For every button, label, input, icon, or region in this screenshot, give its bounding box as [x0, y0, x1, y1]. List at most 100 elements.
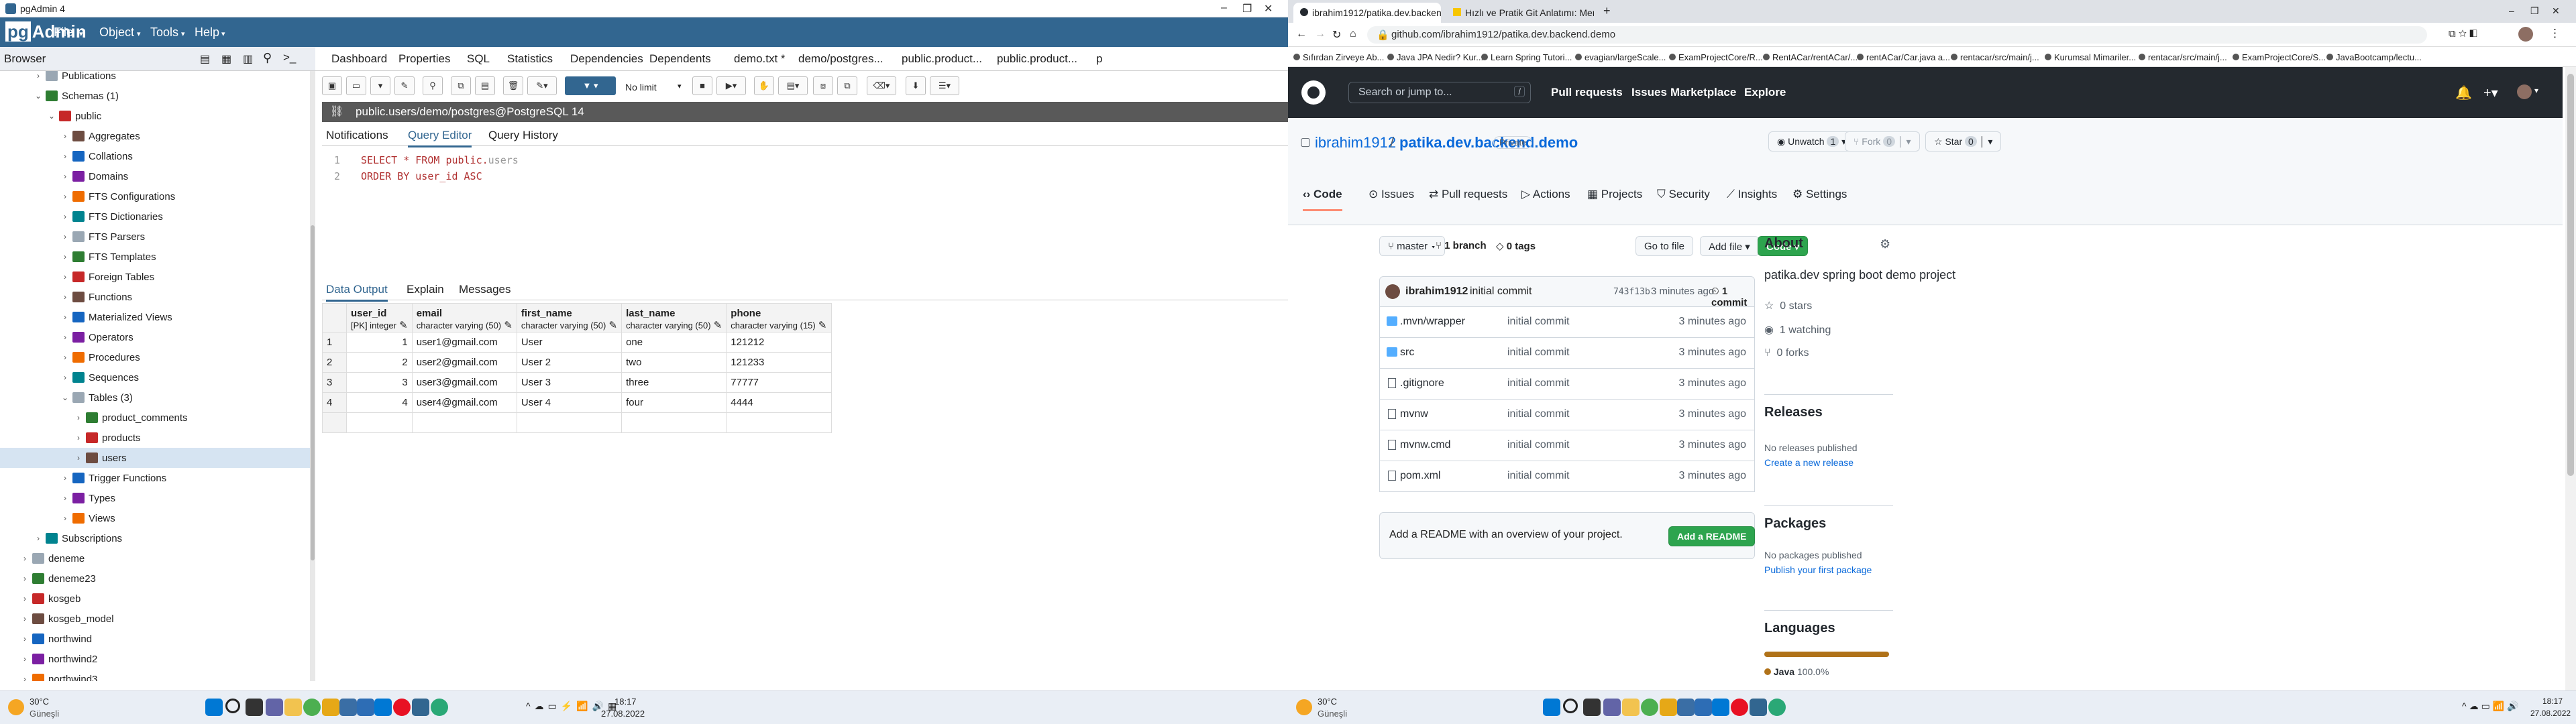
tab-code[interactable]: ‹› Code [1303, 188, 1342, 211]
tree-node[interactable]: › deneme [0, 548, 310, 568]
tree-node[interactable]: ⌄ Schemas (1) [0, 86, 310, 106]
pgadmin-tab[interactable]: public.product... [997, 52, 1077, 66]
bookmark-item[interactable]: JavaBootcamp/lectu... [2326, 52, 2422, 62]
create-release-link[interactable]: Create a new release [1764, 457, 1854, 468]
avatar-dropdown-icon[interactable]: ▾ [2534, 86, 2538, 95]
tree-node[interactable]: › Trigger Functions [0, 468, 310, 488]
macros-icon[interactable]: ☰▾ [930, 76, 959, 95]
expand-caret-icon[interactable]: ⌄ [60, 393, 70, 402]
edit-pencil-icon[interactable]: ✎ [504, 320, 513, 331]
forks-count[interactable]: ⑂ 0 forks [1764, 347, 1809, 359]
find-icon[interactable]: ⚲ [423, 76, 443, 95]
table-cell[interactable]: user1@gmail.com [411, 332, 517, 353]
save-icon[interactable]: ▾ [370, 76, 390, 95]
opera-icon[interactable] [393, 699, 411, 716]
author-avatar[interactable] [1385, 284, 1400, 299]
tree-node[interactable]: › FTS Templates [0, 247, 310, 267]
limit-select[interactable]: No limit [625, 82, 657, 93]
expand-caret-icon[interactable]: › [60, 252, 70, 261]
commit-author[interactable]: ibrahim1912 [1405, 286, 1468, 298]
add-file-button[interactable]: Add file ▾ [1700, 236, 1759, 256]
stop-icon[interactable]: ■ [692, 76, 712, 95]
tab-explain[interactable]: Explain [407, 283, 444, 296]
tree-node[interactable]: › FTS Parsers [0, 227, 310, 247]
minimize-icon[interactable]: – [1221, 2, 1227, 14]
tree-node[interactable]: › Domains [0, 166, 310, 186]
file-name[interactable]: mvnw [1400, 408, 1428, 420]
file-explorer-icon[interactable] [284, 699, 302, 716]
nav-pull-requests[interactable]: Pull requests [1551, 86, 1623, 99]
expand-caret-icon[interactable]: › [74, 413, 83, 422]
bookmark-item[interactable]: evagian/largeScale... [1575, 52, 1666, 62]
expand-caret-icon[interactable]: › [60, 473, 70, 483]
bookmark-item[interactable]: Sıfırdan Zirveye Ab... [1293, 52, 1384, 62]
publish-package-link[interactable]: Publish your first package [1764, 564, 1872, 575]
expand-caret-icon[interactable]: › [74, 433, 83, 442]
edit-pencil-icon[interactable]: ✎ [609, 320, 618, 331]
table-cell[interactable]: 1 [346, 332, 413, 353]
clock-time[interactable]: 18:17 [614, 697, 637, 707]
table-cell[interactable]: three [621, 372, 727, 393]
pgadmin-tab[interactable]: demo/postgres... [798, 52, 883, 66]
table-cell[interactable]: 2 [322, 352, 347, 373]
table-cell[interactable]: 121212 [726, 332, 832, 353]
tab-issues[interactable]: ⊙ Issues [1368, 188, 1414, 201]
pgadmin-tab[interactable]: demo.txt * [734, 52, 786, 66]
bookmark-item[interactable]: Java JPA Nedir? Kur... [1387, 52, 1483, 62]
expand-caret-icon[interactable]: › [60, 232, 70, 241]
table-cell[interactable]: 2 [346, 352, 413, 373]
tab-query-editor[interactable]: Query Editor [408, 129, 472, 147]
rollback-icon[interactable]: ⧉ [837, 76, 857, 95]
tree-node[interactable]: › users [0, 448, 310, 468]
table-cell[interactable]: User 3 [516, 372, 623, 393]
tab-data-output[interactable]: Data Output [326, 283, 388, 302]
search-icon[interactable] [1563, 699, 1578, 713]
paste-icon[interactable]: ▤ [475, 76, 495, 95]
tree-node[interactable]: › product_comments [0, 408, 310, 428]
tab-insights[interactable]: ⟋ Insights [1727, 188, 1777, 201]
tab-notifications[interactable]: Notifications [326, 129, 388, 142]
url-bar[interactable]: 🔒 github.com/ibrahim1912/patika.dev.backe… [1367, 26, 2427, 44]
search-icon[interactable]: ⚲ [263, 51, 272, 65]
chrome-icon[interactable] [1641, 699, 1658, 716]
tree-node[interactable]: › Functions [0, 287, 310, 307]
file-commit-msg[interactable]: initial commit [1507, 347, 1569, 359]
expand-caret-icon[interactable]: › [60, 333, 70, 342]
nav-explore[interactable]: Explore [1744, 86, 1786, 99]
app-icon[interactable] [357, 699, 374, 716]
expand-caret-icon[interactable]: › [60, 312, 70, 322]
profile-avatar[interactable] [2518, 27, 2533, 42]
expand-caret-icon[interactable]: › [60, 172, 70, 181]
folder-icon[interactable] [1660, 699, 1677, 716]
file-row[interactable]: .gitignore initial commit 3 minutes ago [1379, 369, 1755, 400]
system-tray-icons[interactable]: ^☁▭📶🔊 [2462, 701, 2522, 712]
pgadmin-tab[interactable]: Properties [398, 52, 450, 66]
pgadmin-tab[interactable]: Dashboard [331, 52, 387, 66]
tree-node[interactable]: › Views [0, 508, 310, 528]
expand-caret-icon[interactable]: › [60, 373, 70, 382]
bookmark-item[interactable]: ExamProjectCore/S... [2233, 52, 2326, 62]
nav-marketplace[interactable]: Marketplace [1670, 86, 1736, 99]
expand-caret-icon[interactable]: › [20, 554, 30, 563]
tree-node[interactable]: › kosgeb_model [0, 609, 310, 629]
table-cell[interactable]: 1 [322, 332, 347, 353]
back-icon[interactable]: ← [1296, 28, 1307, 40]
menu-tools[interactable]: Tools [150, 25, 178, 40]
table-row[interactable]: 2 2 user2@gmail.com User 2 two 121233 [322, 352, 832, 373]
github-logo-icon[interactable] [1301, 80, 1326, 105]
maximize-icon[interactable]: ❐ [1242, 2, 1252, 15]
tab-security[interactable]: ⛉ Security [1657, 188, 1710, 201]
bookmark-item[interactable]: rentacar/src/main/j... [2139, 52, 2227, 62]
file-name[interactable]: .mvn/wrapper [1400, 316, 1465, 328]
open-file-icon[interactable]: ▣ [322, 76, 342, 95]
expand-caret-icon[interactable]: › [20, 574, 30, 583]
language-entry[interactable]: Java 100.0% [1764, 666, 1829, 677]
watching-count[interactable]: ◉ 1 watching [1764, 323, 1831, 337]
branches-link[interactable]: ⑂ 1 branch [1436, 240, 1487, 251]
repo-owner[interactable]: ibrahim1912 [1315, 134, 1396, 152]
close-icon[interactable]: ✕ [2552, 5, 2560, 17]
tree-node[interactable]: › Materialized Views [0, 307, 310, 327]
expand-caret-icon[interactable]: › [20, 594, 30, 603]
new-tab-button[interactable]: + [1597, 3, 1617, 23]
tree-node[interactable]: › northwind [0, 629, 310, 649]
